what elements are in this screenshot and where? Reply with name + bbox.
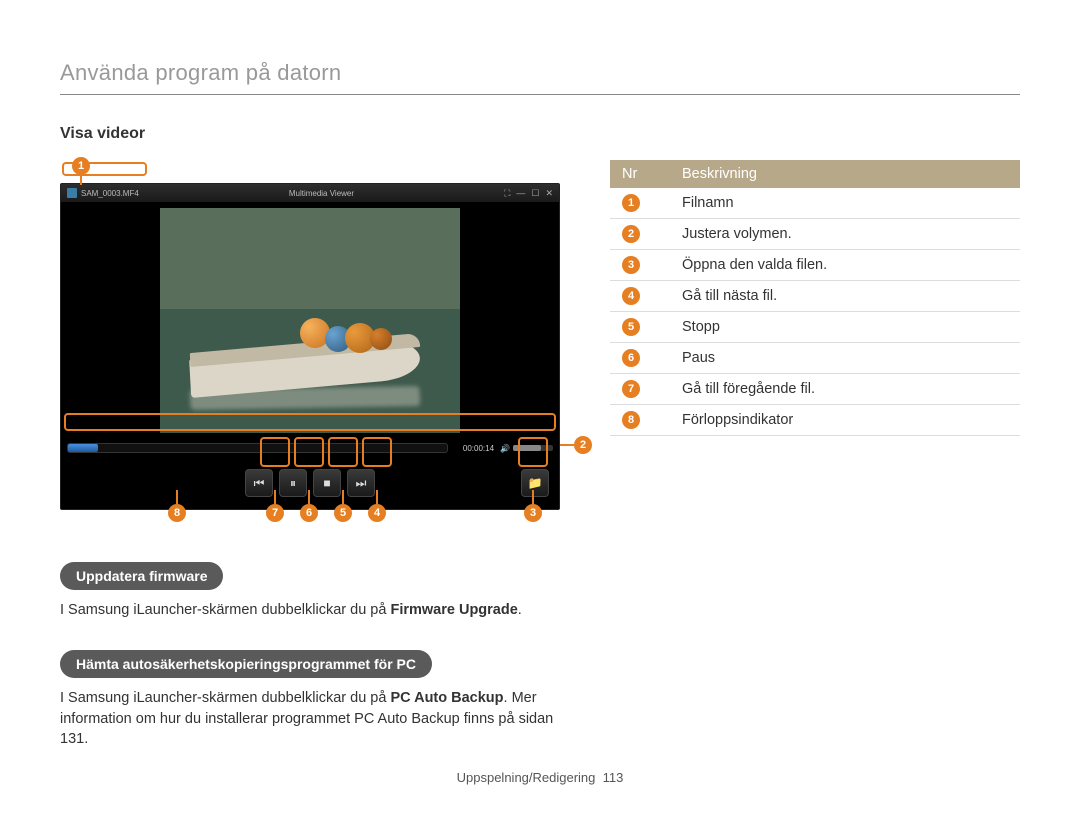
- callout-badge-6: 6: [300, 504, 318, 522]
- callout-badge-1: 1: [72, 157, 90, 175]
- row-text: Stopp: [670, 312, 1020, 343]
- callout-leader: [342, 490, 344, 504]
- th-nr: Nr: [610, 160, 670, 188]
- row-text: Filnamn: [670, 188, 1020, 219]
- section-header: Använda program på datorn: [60, 60, 1020, 86]
- callout-leader: [176, 490, 178, 504]
- table-row: 2 Justera volymen.: [610, 219, 1020, 250]
- progress-row: 00:00:14 🔊: [67, 439, 553, 457]
- row-badge: 2: [622, 225, 640, 243]
- callout-badge-7: 7: [266, 504, 284, 522]
- viewer-titlebar: SAM_0003.MF4 Multimedia Viewer ⛶ — ☐ ✕: [61, 184, 559, 202]
- autobackup-paragraph: I Samsung iLauncher-skärmen dubbelklicka…: [60, 688, 560, 749]
- callout-badge-2: 2: [574, 436, 592, 454]
- callout-leader: [376, 490, 378, 504]
- row-text: Öppna den valda filen.: [670, 250, 1020, 281]
- table-row: 6 Paus: [610, 343, 1020, 374]
- callout-leader: [308, 490, 310, 504]
- speaker-icon: 🔊: [500, 444, 510, 453]
- footer-label: Uppspelning/Redigering: [457, 770, 596, 785]
- row-text: Justera volymen.: [670, 219, 1020, 250]
- viewer-figure: 1 SAM_0003.MF4 Multimedia Viewer ⛶ — ☐ ✕: [60, 161, 560, 532]
- callout-badge-5: 5: [334, 504, 352, 522]
- callout-badge-3: 3: [524, 504, 542, 522]
- row-badge: 7: [622, 380, 640, 398]
- next-button[interactable]: ⏭: [347, 469, 375, 497]
- th-desc: Beskrivning: [670, 160, 1020, 188]
- table-row: 3 Öppna den valda filen.: [610, 250, 1020, 281]
- pill-autobackup: Hämta autosäkerhetskopieringsprogrammet …: [60, 650, 432, 678]
- pill-update-firmware: Uppdatera firmware: [60, 562, 223, 590]
- callout-badge-8: 8: [168, 504, 186, 522]
- row-text: Paus: [670, 343, 1020, 374]
- row-text: Förloppsindikator: [670, 405, 1020, 436]
- open-folder-button[interactable]: 📁: [521, 469, 549, 497]
- video-frame: [160, 208, 460, 433]
- progress-fill: [68, 444, 98, 452]
- table-row: 1 Filnamn: [610, 188, 1020, 219]
- firmware-paragraph: I Samsung iLauncher-skärmen dubbelklicka…: [60, 600, 560, 620]
- row-badge: 8: [622, 411, 640, 429]
- table-row: 5 Stopp: [610, 312, 1020, 343]
- stop-button[interactable]: ■: [313, 469, 341, 497]
- text-bold: PC Auto Backup: [390, 690, 503, 706]
- row-badge: 5: [622, 318, 640, 336]
- row-badge: 1: [622, 194, 640, 212]
- time-label: 00:00:14: [454, 444, 494, 453]
- callout-leader: [80, 175, 82, 185]
- prev-button[interactable]: ⏮: [245, 469, 273, 497]
- row-text: Gå till föregående fil.: [670, 374, 1020, 405]
- description-table: Nr Beskrivning 1 Filnamn 2 Justera volymen…: [610, 160, 1020, 436]
- row-badge: 3: [622, 256, 640, 274]
- window-expand-icon[interactable]: ⛶: [504, 188, 510, 199]
- table-row: 8 Förloppsindikator: [610, 405, 1020, 436]
- window-close-icon[interactable]: ✕: [545, 188, 553, 199]
- footer-page: 113: [603, 770, 624, 785]
- callout-leader: [560, 444, 574, 446]
- page-footer: Uppspelning/Redigering 113: [0, 770, 1080, 785]
- row-text: Gå till nästa fil.: [670, 281, 1020, 312]
- text: I Samsung iLauncher-skärmen dubbelklicka…: [60, 602, 390, 618]
- callout-leader: [274, 490, 276, 504]
- volume-track[interactable]: [513, 445, 553, 451]
- titlebar-app-name: Multimedia Viewer: [289, 189, 354, 198]
- titlebar-filename: SAM_0003.MF4: [81, 189, 139, 198]
- callout-leader: [532, 490, 534, 504]
- app-icon: [67, 188, 77, 198]
- row-badge: 6: [622, 349, 640, 367]
- subheading-visa-videor: Visa videor: [60, 125, 560, 143]
- progress-bar[interactable]: [67, 443, 448, 453]
- text: .: [518, 602, 522, 618]
- volume-control[interactable]: 🔊: [500, 444, 553, 453]
- pause-button[interactable]: ⏸: [279, 469, 307, 497]
- row-badge: 4: [622, 287, 640, 305]
- text: I Samsung iLauncher-skärmen dubbelklicka…: [60, 690, 390, 706]
- controls-row: ⏮ ⏸ ■ ⏭ 📁: [61, 463, 559, 503]
- divider: [60, 94, 1020, 95]
- window-maximize-icon[interactable]: ☐: [531, 188, 539, 199]
- multimedia-viewer-window: SAM_0003.MF4 Multimedia Viewer ⛶ — ☐ ✕: [60, 183, 560, 510]
- window-minimize-icon[interactable]: —: [516, 188, 525, 199]
- table-row: 4 Gå till nästa fil.: [610, 281, 1020, 312]
- text-bold: Firmware Upgrade: [390, 602, 517, 618]
- table-row: 7 Gå till föregående fil.: [610, 374, 1020, 405]
- callout-badge-4: 4: [368, 504, 386, 522]
